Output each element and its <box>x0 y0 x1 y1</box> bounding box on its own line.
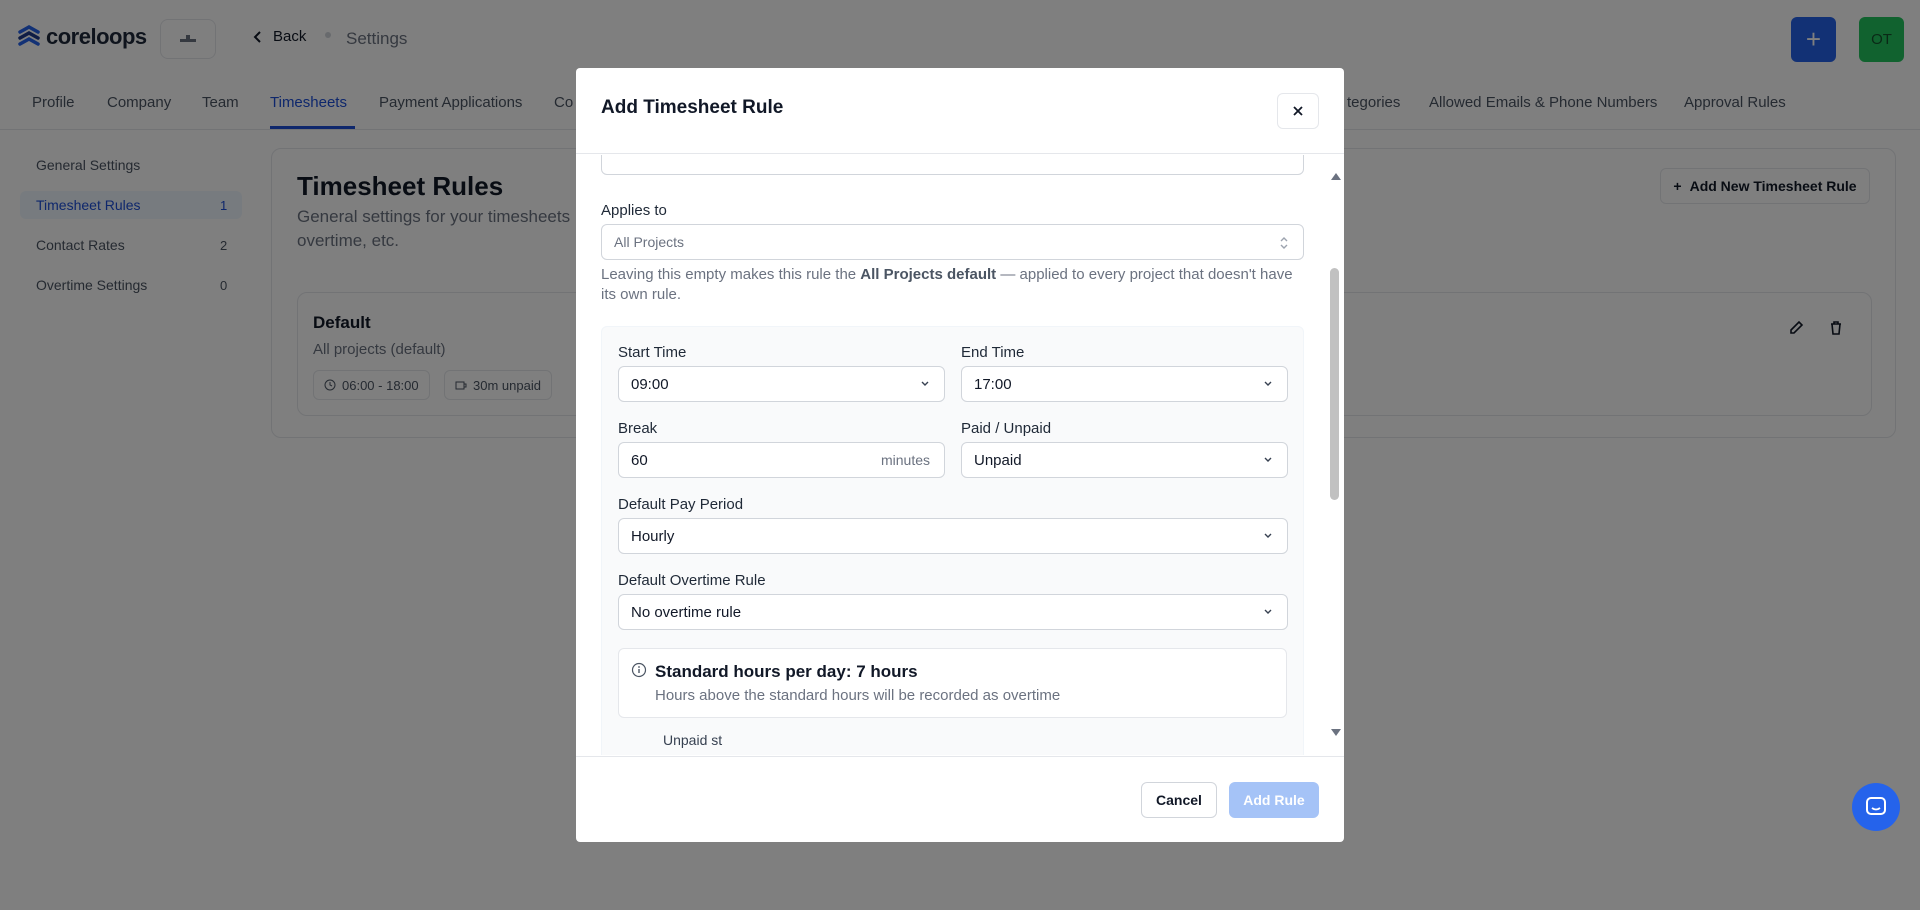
applies-to-label: Applies to <box>601 202 667 219</box>
start-time-value: 09:00 <box>631 375 669 393</box>
support-chat-button[interactable] <box>1852 783 1900 831</box>
break-unit: minutes <box>880 452 930 468</box>
overtime-rule-select[interactable]: No overtime rule <box>618 594 1288 630</box>
break-label: Break <box>618 420 658 437</box>
scroll-down-arrow-icon[interactable] <box>1331 729 1341 736</box>
chat-icon <box>1866 797 1886 815</box>
applies-to-hint: Leaving this empty makes this rule the A… <box>601 265 1311 305</box>
break-value: 60 <box>631 451 648 469</box>
standard-hours-title: Standard hours per day: 7 hours <box>655 662 918 681</box>
dialog-body: Applies to All Projects Leaving this emp… <box>576 155 1344 755</box>
hint-bold: All Projects default <box>860 266 997 283</box>
paid-unpaid-select[interactable]: Unpaid <box>961 442 1288 478</box>
scroll-up-arrow-icon[interactable] <box>1331 173 1341 180</box>
pay-period-value: Hourly <box>631 527 675 545</box>
chevron-up-down-icon <box>1280 237 1288 249</box>
chevron-down-icon <box>921 381 929 386</box>
start-time-select[interactable]: 09:00 <box>618 366 945 402</box>
close-button[interactable] <box>1277 93 1319 129</box>
chevron-down-icon <box>1264 533 1272 538</box>
end-time-label: End Time <box>961 344 1025 361</box>
description-textarea[interactable] <box>601 155 1304 175</box>
add-rule-button[interactable]: Add Rule <box>1229 782 1319 818</box>
chevron-down-icon <box>1264 609 1272 614</box>
paid-unpaid-label: Paid / Unpaid <box>961 420 1052 437</box>
applies-to-select[interactable]: All Projects <box>601 224 1304 260</box>
overtime-rule-label: Default Overtime Rule <box>618 572 766 589</box>
standard-hours-description: Hours above the standard hours will be r… <box>655 687 1061 704</box>
end-time-select[interactable]: 17:00 <box>961 366 1288 402</box>
chevron-down-icon <box>1264 381 1272 386</box>
overtime-rule-value: No overtime rule <box>631 603 742 621</box>
chevron-down-icon <box>1264 457 1272 462</box>
applies-to-placeholder: All Projects <box>614 234 685 250</box>
standard-hours-info: Standard hours per day: 7 hours Hours ab… <box>618 648 1287 718</box>
start-time-label: Start Time <box>618 344 687 361</box>
close-icon <box>1293 106 1303 116</box>
hint-prefix: Leaving this empty makes this rule the <box>601 266 861 283</box>
partially-visible-option: Unpaid st <box>663 732 723 748</box>
end-time-value: 17:00 <box>974 375 1012 393</box>
cancel-button[interactable]: Cancel <box>1141 782 1217 818</box>
info-icon <box>631 662 647 678</box>
dialog-header: Add Timesheet Rule <box>576 68 1344 154</box>
scrollbar-thumb[interactable] <box>1330 268 1339 500</box>
dialog-footer: Cancel Add Rule <box>576 756 1344 842</box>
pay-period-select[interactable]: Hourly <box>618 518 1288 554</box>
add-timesheet-rule-dialog: Add Timesheet Rule Applies to All Projec… <box>576 68 1344 842</box>
break-input[interactable]: 60 minutes <box>618 442 945 478</box>
pay-period-label: Default Pay Period <box>618 496 744 513</box>
dialog-title: Add Timesheet Rule <box>601 97 784 118</box>
paid-unpaid-value: Unpaid <box>974 451 1022 469</box>
